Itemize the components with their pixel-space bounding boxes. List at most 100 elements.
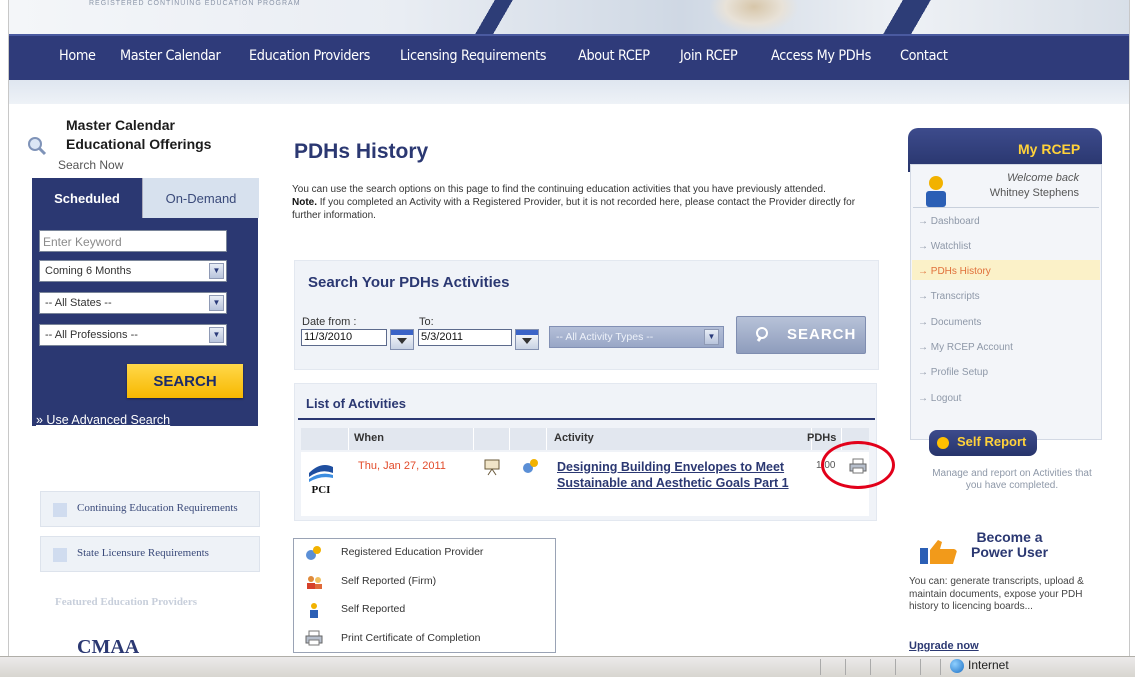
browser-frame: REGISTERED CONTINUING EDUCATION PROGRAM … xyxy=(8,0,1130,676)
menu-pdhs-history[interactable]: → PDHs History xyxy=(918,266,991,277)
divider xyxy=(913,207,1099,208)
intro-paragraph: You can use the search options on this p… xyxy=(292,184,826,195)
list-icon xyxy=(53,503,67,517)
calendar-icon[interactable] xyxy=(515,329,539,350)
advanced-search-link[interactable]: » Use Advanced Search xyxy=(36,413,170,427)
legend-self-reported: Self Reported xyxy=(341,603,406,615)
legend-self-reported-firm: Self Reported (Firm) xyxy=(341,575,437,587)
tab-on-demand[interactable]: On-Demand xyxy=(142,178,259,218)
browser-status-bar xyxy=(0,656,1135,677)
self-reported-icon xyxy=(310,603,318,618)
intro-text: You can use the search options on this p… xyxy=(292,183,872,222)
search-now-label: Search Now xyxy=(58,158,124,172)
nav-master-calendar[interactable]: Master Calendar xyxy=(120,48,221,64)
col-pdhs: PDHs xyxy=(807,432,837,444)
state-requirements-label: State Licensure Requirements xyxy=(77,547,209,559)
nav-education-providers[interactable]: Education Providers xyxy=(249,48,370,64)
user-name: Whitney Stephens xyxy=(989,187,1079,199)
welcome-text: Welcome back xyxy=(1007,172,1079,184)
nav-join-rcep[interactable]: Join RCEP xyxy=(680,48,738,64)
menu-logout[interactable]: → Logout xyxy=(918,393,961,404)
tab-scheduled[interactable]: Scheduled xyxy=(32,178,142,218)
master-calendar-title[interactable]: Master Calendar Educational Offerings xyxy=(66,116,211,154)
ce-requirements-label: Continuing Education Requirements xyxy=(77,502,238,514)
search-activities-title: Search Your PDHs Activities xyxy=(308,274,510,291)
list-title: List of Activities xyxy=(306,396,406,411)
user-icon xyxy=(926,176,946,207)
power-user-title-line2: Power User xyxy=(971,544,1049,560)
menu-transcripts[interactable]: → Transcripts xyxy=(918,291,980,302)
magnifier-icon xyxy=(28,137,47,156)
banner-subtitle: REGISTERED CONTINUING EDUCATION PROGRAM xyxy=(89,0,301,7)
search-button[interactable]: SEARCH xyxy=(736,316,866,354)
security-zone-label: Internet xyxy=(968,658,1009,672)
list-icon xyxy=(53,548,67,562)
self-report-description: Manage and report on Activities that you… xyxy=(932,468,1092,491)
main-nav: Home Master Calendar Education Providers… xyxy=(9,34,1129,80)
banner-stripe xyxy=(879,0,939,34)
calendar-search-button[interactable]: SEARCH xyxy=(127,364,243,398)
nav-about-rcep[interactable]: About RCEP xyxy=(578,48,650,64)
professions-select[interactable]: -- All Professions -- ▼ xyxy=(39,324,227,346)
menu-my-rcep-account[interactable]: → My RCEP Account xyxy=(918,342,1013,353)
menu-documents[interactable]: → Documents xyxy=(918,317,981,328)
note-text: If you completed an Activity with a Regi… xyxy=(292,197,856,221)
states-select[interactable]: -- All States -- ▼ xyxy=(39,292,227,314)
activity-type-value: -- All Activity Types -- xyxy=(556,331,654,343)
banner-stripe xyxy=(459,0,529,34)
activity-type-select[interactable]: -- All Activity Types -- ▼ xyxy=(549,326,724,348)
page-title: PDHs History xyxy=(294,140,429,163)
ce-requirements-button[interactable]: Continuing Education Requirements xyxy=(40,491,260,527)
customize-search-link[interactable]: » Customize my Search xyxy=(36,426,169,440)
power-user-title-line1: Become a xyxy=(976,529,1043,545)
globe-icon xyxy=(950,659,964,673)
date-from-input[interactable]: 11/3/2010 xyxy=(301,329,387,346)
nav-home[interactable]: Home xyxy=(59,48,96,64)
period-select[interactable]: Coming 6 Months ▼ xyxy=(39,260,227,282)
power-user-description: You can: generate transcripts, upload & … xyxy=(909,576,1084,612)
registered-provider-icon xyxy=(306,546,321,560)
my-rcep-title: My RCEP xyxy=(1018,141,1081,157)
self-reported-firm-icon xyxy=(307,576,322,589)
banner-photo xyxy=(709,0,799,34)
menu-dashboard[interactable]: → Dashboard xyxy=(918,216,980,227)
registered-provider-icon xyxy=(523,459,538,473)
period-select-value: Coming 6 Months xyxy=(45,265,132,277)
thumbs-up-icon xyxy=(920,540,957,564)
date-to-input[interactable]: 5/3/2011 xyxy=(418,329,512,346)
print-icon xyxy=(305,630,323,646)
keyword-input[interactable]: Enter Keyword xyxy=(39,230,227,252)
activity-date: Thu, Jan 27, 2011 xyxy=(358,460,446,472)
calendar-icon[interactable] xyxy=(390,329,414,350)
nav-licensing-requirements[interactable]: Licensing Requirements xyxy=(400,48,546,64)
header-banner: REGISTERED CONTINUING EDUCATION PROGRAM xyxy=(9,0,1129,34)
upgrade-link[interactable]: Upgrade now xyxy=(909,640,979,652)
highlight-circle xyxy=(821,441,895,489)
pci-logo-text: PCI xyxy=(312,484,331,496)
date-to-label: To: xyxy=(419,316,434,328)
legend-registered-provider: Registered Education Provider xyxy=(341,546,484,558)
chevron-down-icon: ▼ xyxy=(704,329,719,345)
arrow-icon xyxy=(937,437,949,449)
col-activity: Activity xyxy=(554,432,594,444)
col-when: When xyxy=(354,432,384,444)
legend-print-certificate: Print Certificate of Completion xyxy=(341,632,481,644)
featured-providers-heading: Featured Education Providers xyxy=(55,596,197,608)
chevron-down-icon: ▼ xyxy=(209,263,224,279)
list-divider xyxy=(298,418,875,420)
mc-title-line2: Educational Offerings xyxy=(66,136,212,152)
state-requirements-button[interactable]: State Licensure Requirements xyxy=(40,536,260,572)
power-user-title: Become a Power User xyxy=(971,530,1048,560)
search-button-label: SEARCH xyxy=(787,326,857,343)
mc-title-line1: Master Calendar xyxy=(66,117,175,133)
states-select-value: -- All States -- xyxy=(45,297,112,309)
menu-watchlist[interactable]: → Watchlist xyxy=(918,241,971,252)
menu-profile-setup[interactable]: → Profile Setup xyxy=(918,367,988,378)
nav-access-my-pdhs[interactable]: Access My PDHs xyxy=(771,48,871,64)
date-from-label: Date from : xyxy=(302,316,357,328)
presentation-icon xyxy=(484,459,500,476)
pci-logo: PCI xyxy=(309,465,333,496)
search-icon xyxy=(756,327,768,342)
nav-contact[interactable]: Contact xyxy=(900,48,948,64)
activity-title-link[interactable]: Designing Building Envelopes to Meet Sus… xyxy=(557,459,797,491)
